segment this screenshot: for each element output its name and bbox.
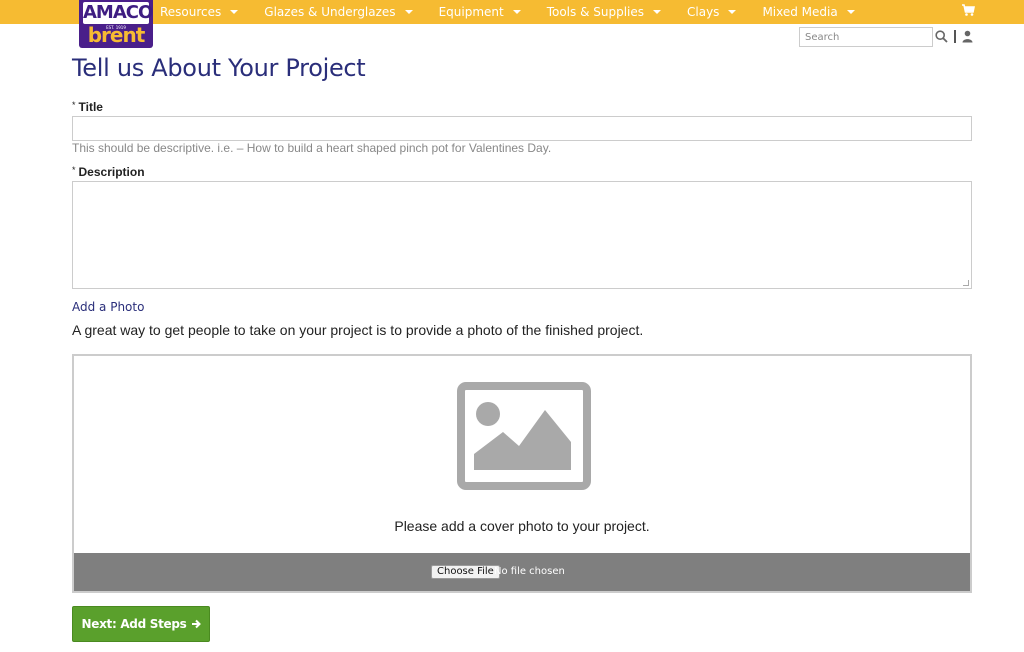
choose-file-button[interactable]: Choose File [431, 565, 500, 579]
title-label: * Title [72, 100, 103, 114]
chevron-down-icon [404, 10, 413, 14]
arrow-right-icon [191, 619, 201, 629]
add-photo-description: A great way to get people to take on you… [72, 322, 644, 338]
chevron-down-icon [728, 10, 737, 14]
nav-label: Tools & Supplies [546, 5, 645, 19]
required-mark: * [72, 165, 76, 175]
chevron-down-icon [230, 10, 239, 14]
cover-photo-upload-area: Please add a cover photo to your project… [72, 354, 972, 593]
nav-item-tools-supplies[interactable]: Tools & Supplies [546, 4, 662, 20]
nav-label: Resources [160, 5, 222, 19]
page-title: Tell us About Your Project [72, 54, 366, 82]
title-label-text: Title [78, 100, 103, 114]
shopping-cart-icon[interactable] [961, 3, 975, 17]
nav-label: Clays [687, 5, 720, 19]
nav-item-clays[interactable]: Clays [687, 4, 737, 20]
next-button-label: Next: Add Steps [81, 617, 187, 631]
nav-label: Equipment [438, 5, 504, 19]
file-status-text: No file chosen [494, 566, 565, 577]
nav-label: Glazes & Underglazes [264, 5, 396, 19]
required-mark: * [72, 100, 76, 110]
description-textarea[interactable] [72, 181, 972, 289]
next-add-steps-button[interactable]: Next: Add Steps [72, 606, 210, 642]
main-nav: Resources Glazes & Underglazes Equipment… [160, 0, 881, 24]
image-placeholder-icon [457, 382, 591, 490]
chevron-down-icon [512, 10, 521, 14]
description-label: * Description [72, 165, 145, 179]
title-help-text: This should be descriptive. i.e. – How t… [72, 141, 552, 155]
chevron-down-icon [653, 10, 662, 14]
user-icon[interactable] [962, 30, 973, 43]
nav-item-mixed-media[interactable]: Mixed Media [762, 4, 855, 20]
header-divider [954, 30, 956, 43]
logo-brent-text: brent [87, 23, 146, 47]
add-photo-heading: Add a Photo [72, 300, 145, 314]
search-icon[interactable] [935, 30, 948, 43]
description-label-text: Description [78, 165, 145, 179]
amaco-brent-logo[interactable]: AMACO EST. 1919 brent [79, 0, 153, 48]
cover-photo-caption: Please add a cover photo to your project… [394, 518, 650, 534]
nav-item-resources[interactable]: Resources [160, 4, 239, 20]
resize-handle[interactable] [963, 280, 969, 286]
search-input[interactable]: Search [799, 27, 933, 47]
file-upload-bar: Choose File No file chosen [74, 553, 970, 591]
logo-amaco-text: AMACO [83, 2, 153, 24]
nav-item-glazes-underglazes[interactable]: Glazes & Underglazes [264, 4, 413, 20]
nav-label: Mixed Media [762, 5, 838, 19]
title-input[interactable] [72, 116, 972, 141]
nav-item-equipment[interactable]: Equipment [439, 4, 521, 20]
chevron-down-icon [846, 10, 855, 14]
